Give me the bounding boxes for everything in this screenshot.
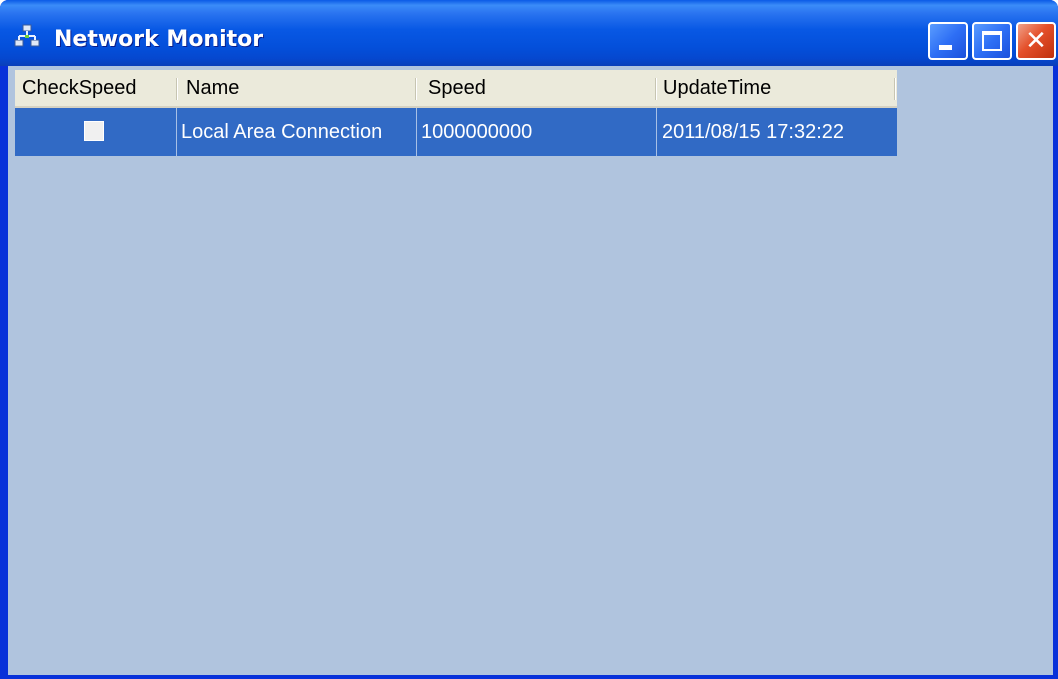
window-title: Network Monitor [54,27,264,52]
network-icon [14,24,40,47]
column-header-speed[interactable]: Speed [428,70,655,106]
column-header-updatetime[interactable]: UpdateTime [663,70,897,106]
column-divider[interactable] [655,78,656,100]
cell-name[interactable]: Local Area Connection [181,108,415,156]
grid-header: CheckSpeed Name Speed UpdateTime [15,70,897,108]
cell-speed[interactable]: 1000000000 [421,108,655,156]
maximize-icon [982,31,1002,51]
minimize-icon [939,45,952,50]
title-bar[interactable]: Network Monitor ✕ [0,0,1058,66]
minimize-button[interactable] [928,22,968,60]
cell-divider [176,108,177,156]
close-button[interactable]: ✕ [1016,22,1056,60]
checkspeed-checkbox[interactable] [84,121,104,141]
table-row[interactable]: Local Area Connection 1000000000 2011/08… [15,108,897,156]
maximize-button[interactable] [972,22,1012,60]
cell-checkspeed[interactable] [15,108,176,156]
column-divider[interactable] [894,78,895,100]
network-monitor-window: Network Monitor ✕ CheckSpeed Name Speed … [0,0,1058,679]
column-header-checkspeed[interactable]: CheckSpeed [22,70,177,106]
client-area: CheckSpeed Name Speed UpdateTime Local A… [8,66,1053,675]
cell-updatetime[interactable]: 2011/08/15 17:32:22 [662,108,896,156]
column-header-name[interactable]: Name [186,70,412,106]
column-divider[interactable] [176,78,177,100]
cell-divider [416,108,417,156]
cell-divider [656,108,657,156]
close-icon: ✕ [1025,26,1047,56]
column-divider[interactable] [415,78,416,100]
